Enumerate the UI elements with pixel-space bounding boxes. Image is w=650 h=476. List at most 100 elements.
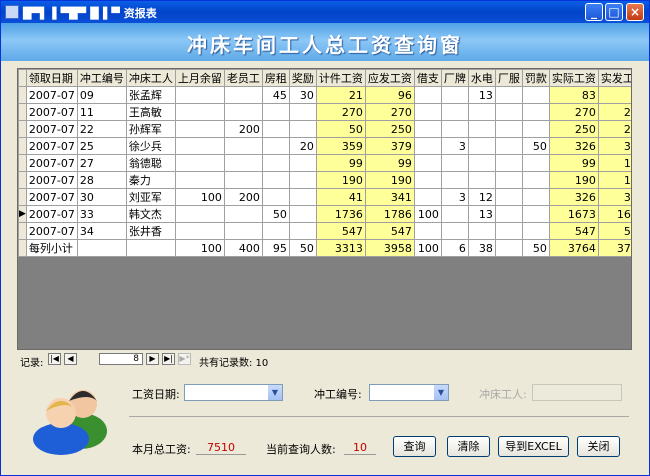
maximize-button[interactable]: □ — [605, 3, 623, 21]
row-selector[interactable] — [18, 86, 27, 104]
table-cell[interactable]: 1786 — [364, 205, 415, 223]
table-cell[interactable] — [261, 120, 290, 138]
table-cell[interactable] — [174, 86, 225, 104]
table-cell[interactable]: 270 — [597, 103, 631, 121]
title-bar[interactable]: █▀▌ ▌▀█▀▐▌▌▀ 资报表 _ □ × — [1, 1, 649, 23]
row-selector[interactable] — [18, 154, 27, 172]
export-excel-button[interactable]: 导到EXCEL — [498, 436, 569, 457]
table-cell[interactable] — [494, 205, 523, 223]
table-cell[interactable] — [494, 188, 523, 206]
column-header[interactable]: 冲工编号 — [76, 69, 127, 87]
table-cell[interactable] — [174, 103, 225, 121]
table-cell[interactable]: 21 — [315, 86, 366, 104]
table-cell[interactable]: 28 — [76, 171, 127, 189]
table-cell[interactable]: 2007-07 — [25, 154, 78, 172]
clear-button[interactable]: 清除 — [447, 436, 490, 457]
table-cell[interactable]: 6 — [440, 239, 469, 257]
table-cell[interactable] — [521, 188, 550, 206]
table-cell[interactable] — [467, 103, 496, 121]
table-cell[interactable] — [261, 154, 290, 172]
table-cell[interactable] — [521, 154, 550, 172]
table-cell[interactable] — [288, 103, 317, 121]
row-selector[interactable] — [18, 103, 27, 121]
table-cell[interactable]: 547 — [548, 222, 599, 240]
table-cell[interactable]: 孙辉军 — [125, 120, 176, 138]
table-cell[interactable]: 99 — [364, 154, 415, 172]
table-cell[interactable] — [174, 171, 225, 189]
table-cell[interactable]: 秦力 — [125, 171, 176, 189]
column-header[interactable]: 房租 — [261, 69, 290, 87]
worker-name-field[interactable] — [532, 384, 622, 401]
table-cell[interactable]: 2007-07 — [25, 188, 78, 206]
table-cell[interactable]: 50 — [521, 137, 550, 155]
table-cell[interactable] — [494, 222, 523, 240]
row-selector[interactable] — [18, 222, 27, 240]
table-cell[interactable] — [413, 188, 442, 206]
row-selector[interactable]: ▶ — [18, 205, 27, 223]
table-cell[interactable]: 100 — [174, 239, 225, 257]
table-row[interactable]: 2007-0711王高敏270270270270 — [18, 103, 631, 121]
table-cell[interactable]: 3313 — [315, 239, 366, 257]
table-cell[interactable]: 3 — [440, 188, 469, 206]
query-button[interactable]: 查询 — [393, 436, 436, 457]
column-header[interactable]: 上月余留 — [174, 69, 225, 87]
column-header[interactable]: 厂服 — [494, 69, 523, 87]
row-selector[interactable] — [18, 188, 27, 206]
last-record-icon[interactable]: ▶| — [162, 353, 175, 365]
table-cell[interactable] — [174, 205, 225, 223]
table-cell[interactable] — [223, 103, 263, 121]
column-header[interactable]: 奖励 — [288, 69, 317, 87]
table-cell[interactable]: 326 — [548, 188, 599, 206]
table-cell[interactable]: 13 — [467, 205, 496, 223]
table-cell[interactable] — [494, 103, 523, 121]
table-cell[interactable] — [440, 222, 469, 240]
table-cell[interactable] — [521, 171, 550, 189]
table-cell[interactable]: 2007-07 — [25, 120, 78, 138]
table-row[interactable]: 2007-0730刘亚军100200 41341 312 326325 — [18, 188, 631, 206]
table-cell[interactable]: 547 — [364, 222, 415, 240]
table-cell[interactable] — [125, 239, 176, 257]
table-cell[interactable] — [494, 86, 523, 104]
table-cell[interactable]: 27 — [76, 154, 127, 172]
table-cell[interactable] — [521, 205, 550, 223]
table-cell[interactable] — [261, 222, 290, 240]
table-cell[interactable]: 325 — [597, 137, 631, 155]
table-cell[interactable] — [440, 154, 469, 172]
column-header[interactable]: 罚款 — [521, 69, 550, 87]
table-cell[interactable]: 190 — [315, 171, 366, 189]
next-record-icon[interactable]: ▶ — [146, 353, 159, 365]
table-cell[interactable] — [223, 222, 263, 240]
table-cell[interactable]: 45 — [261, 86, 290, 104]
table-cell[interactable]: 100 — [413, 205, 442, 223]
table-cell[interactable] — [494, 120, 523, 138]
close-window-button[interactable]: × — [626, 3, 644, 21]
table-cell[interactable] — [288, 188, 317, 206]
table-cell[interactable]: 545 — [597, 222, 631, 240]
chevron-down-icon[interactable]: ▼ — [268, 385, 282, 400]
table-cell[interactable]: 547 — [315, 222, 366, 240]
worker-id-dropdown[interactable]: ▼ — [369, 384, 449, 401]
table-cell[interactable]: 250 — [548, 120, 599, 138]
table-cell[interactable] — [494, 171, 523, 189]
table-cell[interactable] — [521, 103, 550, 121]
table-cell[interactable]: 50 — [521, 239, 550, 257]
row-selector-header[interactable] — [18, 69, 27, 87]
table-cell[interactable]: 2007-07 — [25, 137, 78, 155]
table-cell[interactable] — [76, 239, 127, 257]
table-cell[interactable]: 2007-07 — [25, 171, 78, 189]
table-cell[interactable] — [521, 222, 550, 240]
table-cell[interactable]: 30 — [288, 86, 317, 104]
table-cell[interactable]: 200 — [223, 188, 263, 206]
table-cell[interactable]: 09 — [76, 86, 127, 104]
column-header[interactable]: 计件工资 — [315, 69, 366, 87]
table-cell[interactable]: 33 — [76, 205, 127, 223]
table-cell[interactable] — [174, 120, 225, 138]
table-cell[interactable] — [413, 120, 442, 138]
table-cell[interactable]: 379 — [364, 137, 415, 155]
new-record-icon[interactable]: ▶* — [178, 353, 191, 365]
table-cell[interactable] — [174, 222, 225, 240]
table-cell[interactable]: 270 — [315, 103, 366, 121]
table-cell[interactable]: 50 — [261, 205, 290, 223]
table-cell[interactable]: 3764 — [548, 239, 599, 257]
table-cell[interactable] — [467, 137, 496, 155]
